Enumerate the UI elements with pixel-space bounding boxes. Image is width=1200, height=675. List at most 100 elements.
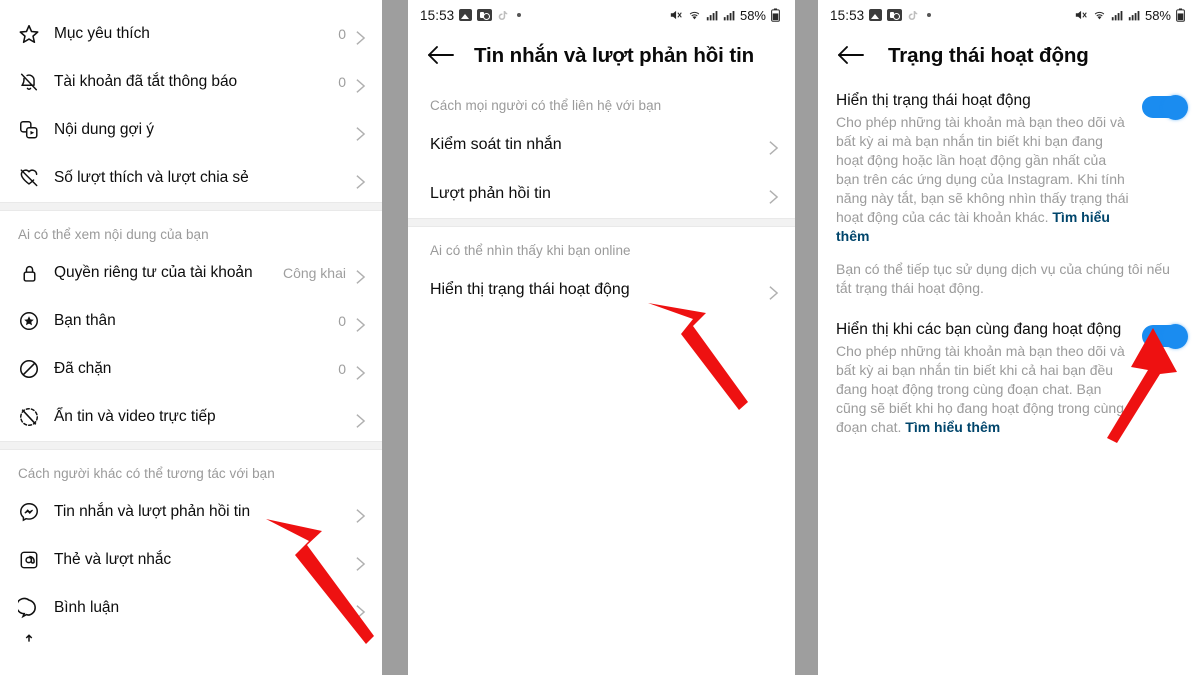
section-how-people-contact: Cách mọi người có thể liên hệ với bạn Ki… — [408, 82, 795, 218]
camera-icon — [887, 9, 903, 21]
back-arrow-icon[interactable] — [836, 43, 866, 69]
signal-icon — [706, 9, 719, 22]
chevron-right-icon — [355, 412, 366, 428]
chevron-right-icon — [355, 29, 366, 45]
chevron-right-icon — [768, 284, 779, 300]
phone-screen-activity-status: 15:53 58% Trạng thái hoạt động Hiển thị … — [818, 0, 1200, 675]
row-tags-and-mentions[interactable]: Thẻ và lượt nhắc — [0, 536, 382, 584]
row-value: Công khai — [282, 265, 346, 281]
row-label: Số lượt thích và lượt chia sẻ — [54, 169, 249, 186]
setting-description: Cho phép những tài khoản mà bạn theo dõi… — [836, 113, 1132, 246]
section-who-sees-online: Ai có thể nhìn thấy khi bạn online Hiển … — [408, 227, 795, 314]
status-left: 15:53 — [420, 7, 522, 23]
status-bar: 15:53 58% — [818, 0, 1200, 30]
chevron-right-icon — [355, 603, 366, 619]
row-label: Bình luận — [54, 599, 120, 616]
mute-icon — [668, 8, 683, 22]
chevron-right-icon — [768, 188, 779, 204]
status-time: 15:53 — [830, 7, 865, 23]
status-time: 15:53 — [420, 7, 455, 23]
setting-description: Cho phép những tài khoản mà bạn theo dõi… — [836, 342, 1132, 437]
status-right: 58% — [668, 8, 781, 23]
back-arrow-icon[interactable] — [426, 43, 456, 69]
chevron-right-icon — [355, 364, 366, 380]
row-messages-and-replies[interactable]: Tin nhắn và lượt phản hồi tin — [0, 488, 382, 536]
row-value: 0 — [338, 26, 346, 42]
chevron-right-icon — [355, 77, 366, 93]
section-header: Cách người khác có thể tương tác với bạn — [18, 466, 275, 481]
row-show-activity-status[interactable]: Hiển thị trạng thái hoạt động — [408, 265, 795, 314]
section-divider — [408, 218, 795, 227]
signal-icon-2 — [1128, 9, 1141, 22]
image-icon — [459, 9, 473, 21]
row-label: Tin nhắn và lượt phản hồi tin — [54, 503, 251, 520]
chevron-right-icon — [768, 139, 779, 155]
wifi-icon — [687, 8, 702, 22]
row-favorites[interactable]: Mục yêu thích 0 — [0, 10, 382, 58]
row-label: Thẻ và lượt nhắc — [54, 551, 172, 568]
section-divider-2 — [0, 441, 382, 450]
learn-more-link[interactable]: Tìm hiểu thêm — [905, 419, 1000, 435]
row-likes-shares[interactable]: Số lượt thích và lượt chia sẻ — [0, 154, 382, 202]
partial-icon — [14, 633, 44, 643]
battery-icon — [1175, 8, 1186, 22]
row-label: Quyền riêng tư của tài khoản — [54, 264, 253, 281]
screen-header: Trạng thái hoạt động — [818, 30, 1200, 82]
phone-screen-privacy-settings: Mục yêu thích 0 Tài khoản đã tắt thông b… — [0, 0, 382, 675]
signal-icon — [1111, 9, 1124, 22]
setting-title: Hiển thị khi các bạn cùng đang hoạt động — [836, 321, 1122, 339]
mute-icon — [1073, 8, 1088, 22]
row-comments[interactable]: Bình luận — [0, 584, 382, 632]
image-icon — [869, 9, 883, 21]
row-label: Tài khoản đã tắt thông báo — [54, 73, 238, 90]
section-who-can-see: Ai có thể xem nội dung của bạn Quyền riê… — [0, 211, 382, 441]
hide-story-icon — [14, 406, 44, 428]
toggle-knob — [1163, 94, 1188, 120]
row-message-controls[interactable]: Kiểm soát tin nhắn — [408, 120, 795, 169]
row-label: Nội dung gợi ý — [54, 121, 154, 138]
bell-off-icon — [14, 71, 44, 93]
signal-icon-2 — [723, 9, 736, 22]
setting-text: Hiển thị trạng thái hoạt động Cho phép n… — [836, 91, 1142, 246]
setting-show-mutual-activity: Hiển thị khi các bạn cùng đang hoạt động… — [818, 298, 1200, 437]
row-label: Bạn thân — [54, 312, 116, 329]
section-header: Ai có thể nhìn thấy khi bạn online — [430, 243, 631, 258]
row-label: Kiểm soát tin nhắn — [430, 135, 562, 153]
row-label: Hiển thị trạng thái hoạt động — [430, 280, 630, 298]
lock-icon — [14, 263, 44, 284]
screen-header: Tin nhắn và lượt phản hồi tin — [408, 30, 795, 82]
row-account-privacy[interactable]: Quyền riêng tư của tài khoản Công khai — [0, 249, 382, 297]
suggested-icon — [14, 119, 44, 141]
chevron-right-icon — [355, 316, 366, 332]
row-value: 0 — [338, 74, 346, 90]
chevron-right-icon — [355, 555, 366, 571]
row-blocked[interactable]: Đã chặn 0 — [0, 345, 382, 393]
dot-icon — [927, 13, 932, 17]
section-divider — [0, 202, 382, 211]
section-general: Mục yêu thích 0 Tài khoản đã tắt thông b… — [0, 10, 382, 202]
toggle-show-mutual-activity[interactable] — [1142, 323, 1188, 349]
comment-icon — [14, 597, 44, 619]
row-story-replies[interactable]: Lượt phản hồi tin — [408, 169, 795, 218]
row-label: Mục yêu thích — [54, 25, 150, 42]
setting-show-activity-status: Hiển thị trạng thái hoạt động Cho phép n… — [818, 82, 1200, 246]
page-title: Trạng thái hoạt động — [888, 44, 1089, 67]
chevron-right-icon — [355, 125, 366, 141]
row-close-friends[interactable]: Bạn thân 0 — [0, 297, 382, 345]
section-header: Cách mọi người có thể liên hệ với bạn — [430, 98, 662, 113]
row-partial-cut-off[interactable] — [0, 632, 382, 644]
setting-title: Hiển thị trạng thái hoạt động — [836, 92, 1031, 109]
row-suggested-content[interactable]: Nội dung gợi ý — [0, 106, 382, 154]
chevron-right-icon — [355, 507, 366, 523]
status-left: 15:53 — [830, 7, 932, 23]
row-hide-story[interactable]: Ẩn tin và video trực tiếp — [0, 393, 382, 441]
dot-icon — [517, 13, 522, 17]
camera-icon — [477, 9, 493, 21]
row-muted-accounts[interactable]: Tài khoản đã tắt thông báo 0 — [0, 58, 382, 106]
toggle-show-activity-status[interactable] — [1142, 94, 1188, 120]
messenger-icon — [14, 501, 44, 523]
close-friend-icon — [14, 310, 44, 332]
battery-percent: 58% — [739, 7, 766, 23]
page-title: Tin nhắn và lượt phản hồi tin — [474, 44, 755, 67]
section-how-others-interact: Cách người khác có thể tương tác với bạn… — [0, 450, 382, 644]
